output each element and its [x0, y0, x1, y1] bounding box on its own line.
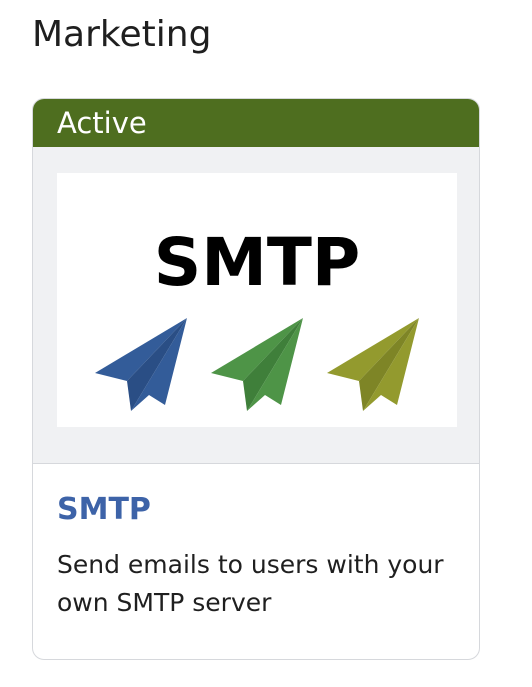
section-title: Marketing: [32, 14, 212, 55]
card-body: SMTP Send emails to users with your own …: [33, 464, 479, 622]
paper-plane-icon: [211, 318, 303, 411]
paper-plane-icon: [95, 318, 187, 411]
smtp-logo: SMTP: [57, 173, 457, 427]
smtp-logo-graphic: SMTP: [95, 224, 419, 411]
card-title-link[interactable]: SMTP: [57, 490, 455, 530]
paper-plane-icon: [327, 318, 419, 411]
integration-card[interactable]: Active SMTP SMTP Send emails to users wi…: [32, 98, 480, 660]
card-description: Send emails to users with your own SMTP …: [57, 550, 444, 617]
card-media: SMTP: [33, 147, 479, 464]
status-badge: Active: [33, 99, 479, 147]
logo-text: SMTP: [154, 224, 361, 301]
